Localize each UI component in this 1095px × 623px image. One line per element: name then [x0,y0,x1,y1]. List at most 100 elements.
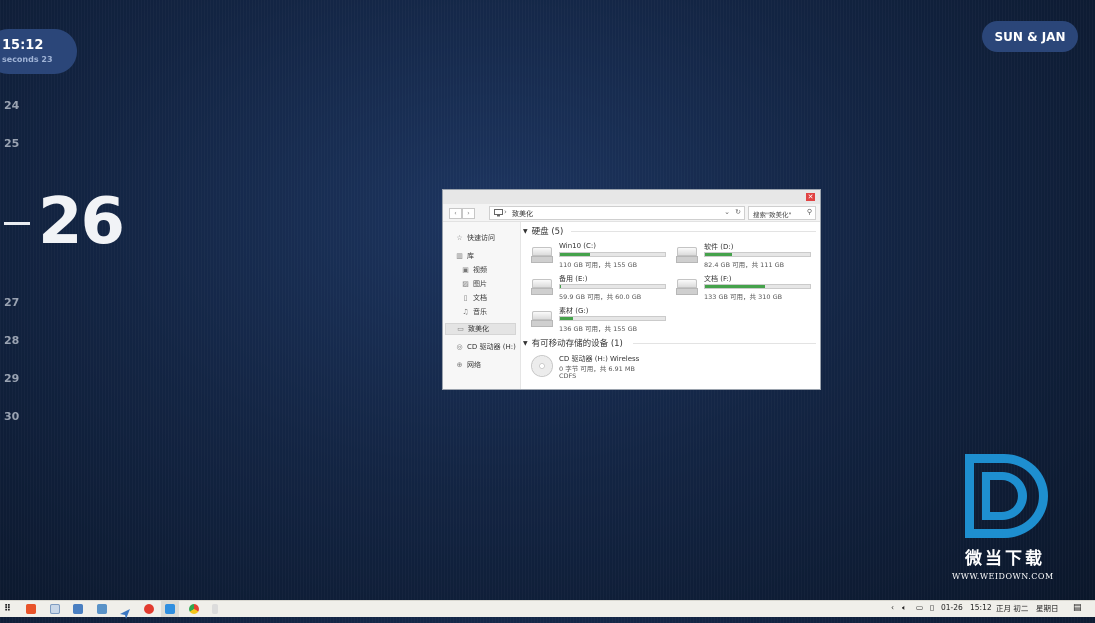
chevron-down-icon: ▼ [523,227,528,235]
file-explorer-app-icon[interactable] [165,604,175,614]
logo-text: 微当下载 [965,549,1045,569]
drive-item[interactable]: 软件 (D:) 82.4 GB 可用，共 111 GB [676,241,816,269]
drive-usage-bar [559,316,666,321]
drive-item[interactable]: Win10 (C:) 110 GB 可用，共 155 GB [531,241,671,269]
search-placeholder: 搜索"致美化" [753,211,792,219]
group-header-drives[interactable]: ▼ 硬盘 (5) [523,225,563,237]
tray-expand-icon[interactable]: ‹ [891,603,894,612]
drive-usage-fill [560,253,591,256]
hard-drive-icon [676,279,698,295]
search-input[interactable]: 搜索"致美化" ⚲ [748,206,816,220]
today-marker [4,222,30,225]
sidebar-item-documents[interactable]: ▯ 文档 [461,292,487,304]
calendar-day: 24 [4,99,20,112]
network-tray-icon[interactable]: ▭ [916,603,923,612]
tray-lunar-date[interactable]: 正月 初二 [996,603,1028,614]
cd-drive-item[interactable]: CD 驱动器 (H:) Wireless 0 字节 可用，共 6.91 MB C… [531,353,671,383]
image-viewer-app-icon[interactable] [97,604,107,614]
clock-widget: 15:12 seconds 23 [0,29,77,74]
taskbar: ⠿ ‹ 🔈︎ ▭ ▯ 01-26 15:12 正月 初二 星期日 ▤ [0,600,1095,619]
sidebar-item-this-pc[interactable]: ▭ 致美化 [445,323,516,335]
library-icon: ▥ [456,252,463,260]
video-icon: ▣ [462,266,469,274]
address-bar[interactable]: › 致美化 ⌄ ↻ [489,206,745,220]
calendar-day: 29 [4,372,20,385]
sidebar-item-pictures[interactable]: ▨ 图片 [461,278,487,290]
document-icon: ▯ [463,294,468,302]
group-divider [571,231,816,232]
drive-usage-bar [559,284,666,289]
explorer-window: ✕ ‹ › › 致美化 ⌄ ↻ 搜索"致美化" ⚲ ☆ 快速访问 ▥ 库 ▣ 视频 ▨… [442,189,821,390]
date-badge: SUN & JAN [982,21,1078,52]
sidebar-item-libraries[interactable]: ▥ 库 [455,250,474,262]
cd-icon: ◎ [456,343,463,351]
forward-arrow-icon: › [467,210,470,217]
chevron-down-icon[interactable]: ⌄ [724,208,730,216]
clock-seconds: seconds 23 [2,55,53,64]
drive-item[interactable]: 文档 (F:) 133 GB 可用，共 310 GB [676,273,816,301]
start-icon[interactable]: ⠿ [4,604,11,614]
paper-plane-icon [120,609,130,619]
chevron-right-icon: › [504,208,507,216]
forward-button[interactable]: › [462,208,475,219]
calendar-day: 28 [4,334,20,347]
chevron-down-icon: ▼ [523,339,528,347]
back-arrow-icon: ‹ [454,210,457,217]
window-app-icon[interactable] [50,604,60,614]
sidebar-item-network[interactable]: ⊕ 网络 [455,359,481,371]
computer-icon: ▭ [457,325,464,333]
send-app-icon[interactable] [120,604,130,619]
hard-drive-icon [676,247,698,263]
group-divider [633,343,816,344]
blank-app-icon[interactable] [212,604,218,614]
calendar-day: 25 [4,137,20,150]
hard-drive-icon [531,247,553,263]
content-pane: ▼ 硬盘 (5) Win10 (C:) 110 GB 可用，共 155 GB 软件… [521,222,820,389]
sidebar-item-cd-drive[interactable]: ◎ CD 驱动器 (H:) [455,341,515,353]
tray-time[interactable]: 15:12 [970,603,992,612]
battery-icon[interactable]: ▯ [930,603,934,612]
refresh-icon[interactable]: ↻ [735,208,741,216]
drive-usage-fill [560,317,573,320]
sidebar-item-quick-access[interactable]: ☆ 快速访问 [455,232,495,244]
notification-icon[interactable]: ▤ [1073,603,1082,613]
music-icon: ♫ [462,308,469,316]
computer-icon [494,209,503,217]
drive-usage-fill [560,285,562,288]
volume-icon[interactable]: 🔈︎ [902,603,907,613]
back-button[interactable]: ‹ [449,208,462,219]
group-header-removable[interactable]: ▼ 有可移动存储的设备 (1) [523,337,623,349]
sidebar-item-videos[interactable]: ▣ 视频 [461,264,487,276]
drive-usage-bar [704,252,811,257]
hard-drive-icon [531,311,553,327]
office-app-icon[interactable] [26,604,36,614]
picture-icon: ▨ [462,280,469,288]
drive-usage-fill [705,253,733,256]
navigation-pane: ☆ 快速访问 ▥ 库 ▣ 视频 ▨ 图片 ▯ 文档 ♫ 音乐 ▭ 致美化 ◎ CD 驱动器 (H… [443,222,521,389]
calendar-day: 27 [4,296,20,309]
calendar-day: 30 [4,410,20,423]
calendar-today: 26 [38,185,125,259]
close-icon: ✕ [807,193,814,201]
drive-item[interactable]: 备用 (E:) 59.9 GB 可用，共 60.0 GB [531,273,671,301]
cd-icon [531,355,553,377]
tray-weekday[interactable]: 星期日 [1036,603,1059,614]
sidebar-item-music[interactable]: ♫ 音乐 [461,306,487,318]
tray-date[interactable]: 01-26 [941,603,963,612]
address-path: 致美化 [512,210,533,218]
hard-drive-icon [531,279,553,295]
close-button[interactable]: ✕ [806,193,815,201]
clock-time: 15:12 [2,38,44,53]
weidown-logo-icon [965,454,1048,538]
drive-item[interactable]: 素材 (G:) 136 GB 可用，共 155 GB [531,305,671,333]
drive-usage-bar [704,284,811,289]
drive-usage-fill [705,285,765,288]
network-icon: ⊕ [456,361,463,369]
logo-url: WWW.WEIDOWN.COM [952,572,1054,581]
search-icon[interactable]: ⚲ [807,208,812,216]
music-app-icon[interactable] [144,604,154,614]
star-icon: ☆ [456,234,463,242]
title-bar[interactable]: ✕ [443,190,820,205]
chrome-app-icon[interactable] [189,604,199,614]
notepad-app-icon[interactable] [73,604,83,614]
